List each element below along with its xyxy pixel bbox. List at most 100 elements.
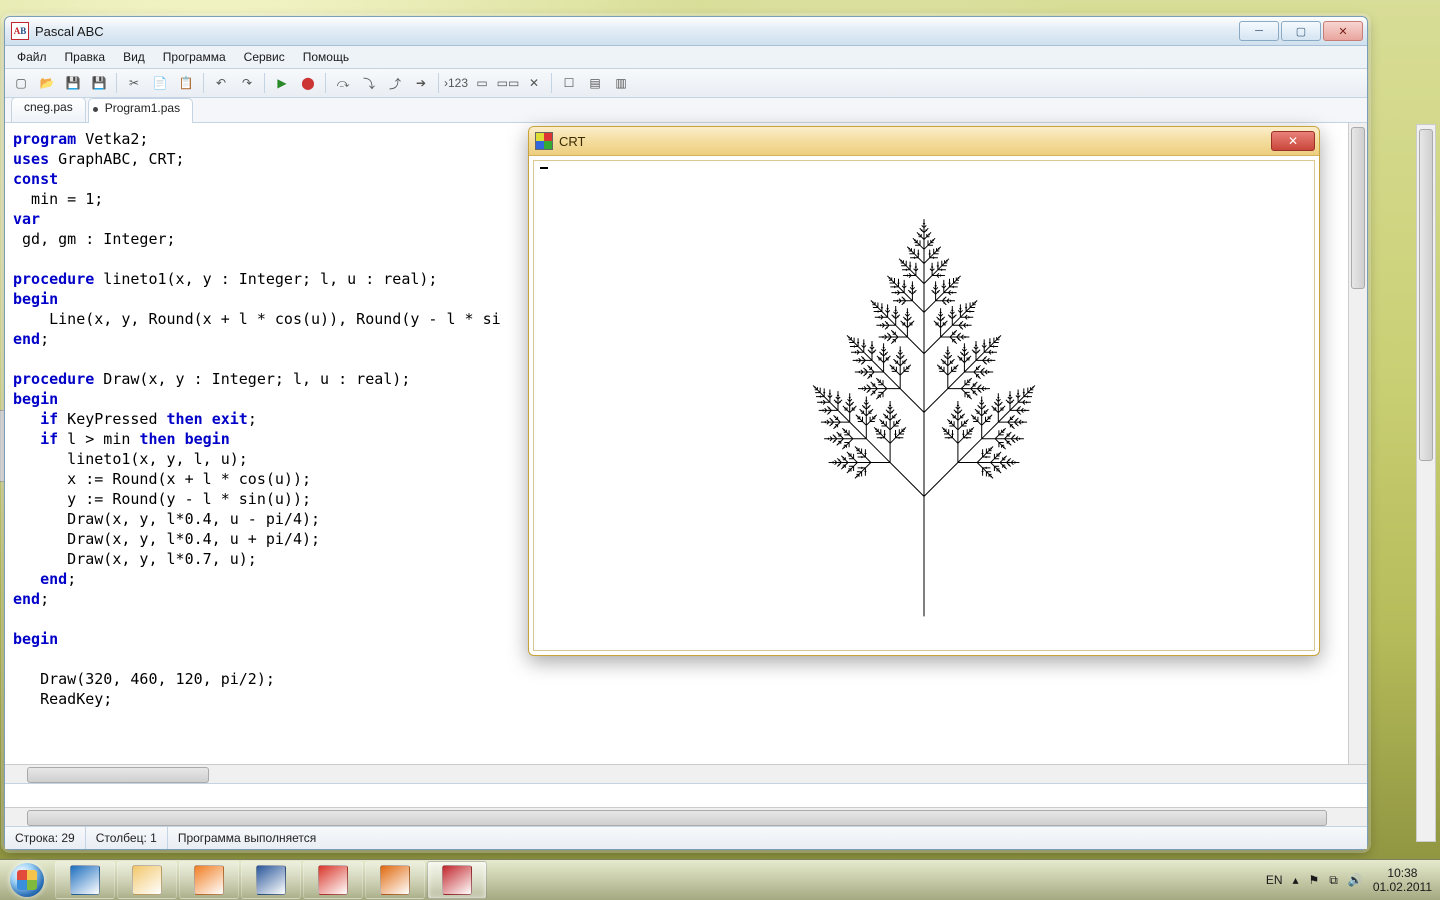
copy-icon: 📄: [153, 76, 168, 90]
fractal-tree: [604, 156, 1244, 636]
crt-window: CRT ✕: [528, 126, 1320, 656]
paste-icon: 📋: [179, 76, 194, 90]
toolbar: ▢📂💾💾✂📄📋↶↷▶⬤⤼⤵⤴➔›123▭▭▭✕☐▤▥: [5, 69, 1367, 98]
menu-Файл[interactable]: Файл: [9, 48, 55, 66]
open-file-button[interactable]: 📂: [35, 71, 59, 95]
undo-button[interactable]: ↶: [209, 71, 233, 95]
editor-vscrollbar[interactable]: [1348, 123, 1367, 764]
new-file-button[interactable]: ▢: [9, 71, 33, 95]
ms-word-icon: [256, 865, 286, 895]
pascal-abc-icon: [442, 865, 472, 895]
taskbar-firefox[interactable]: [365, 861, 425, 899]
cut-button[interactable]: ✂: [122, 71, 146, 95]
tab-Program1.pas[interactable]: Program1.pas: [88, 98, 193, 123]
app-icon: AB: [11, 22, 29, 40]
crt-title: CRT: [559, 134, 1271, 149]
network-icon[interactable]: ⧉: [1329, 873, 1338, 888]
minimize-button[interactable]: ─: [1239, 21, 1279, 41]
tab-cneg.pas[interactable]: cneg.pas: [11, 97, 86, 122]
run-to-cursor-button[interactable]: ➔: [409, 71, 433, 95]
ide-title: Pascal ABC: [35, 24, 1239, 39]
show-hidden-icon[interactable]: ▴: [1293, 873, 1299, 887]
cut-icon: ✂: [129, 76, 139, 90]
redo-button[interactable]: ↷: [235, 71, 259, 95]
new-file-icon: ▢: [15, 76, 26, 90]
close-button[interactable]: ✕: [1323, 21, 1363, 41]
close-window-icon: ✕: [529, 76, 539, 90]
statusbar: Строка: 29 Столбец: 1 Программа выполняе…: [5, 826, 1367, 849]
internet-explorer-icon: [70, 865, 100, 895]
tile-v-icon: ▥: [615, 76, 626, 90]
tab-label: cneg.pas: [24, 100, 73, 114]
taskbar-media-player[interactable]: [179, 861, 239, 899]
open-file-icon: 📂: [40, 76, 55, 90]
clock[interactable]: 10:38 01.02.2011: [1373, 866, 1432, 894]
save-file-button[interactable]: 💾: [61, 71, 85, 95]
firefox-icon: [380, 865, 410, 895]
cascade-icon: ☐: [564, 76, 575, 90]
save-file-icon: 💾: [66, 76, 81, 90]
crt-icon: [535, 132, 553, 150]
taskbar-ms-word[interactable]: [241, 861, 301, 899]
run-to-cursor-icon: ➔: [416, 76, 426, 90]
windows-icon: ▭▭: [497, 76, 520, 90]
taskbar-internet-explorer[interactable]: [55, 861, 115, 899]
window-list-button[interactable]: ▭: [470, 71, 494, 95]
step-out-icon: ⤴: [389, 75, 401, 92]
cascade-button[interactable]: ☐: [557, 71, 581, 95]
paste-button[interactable]: 📋: [174, 71, 198, 95]
stop-button[interactable]: ⬤: [296, 71, 320, 95]
status-message: Программа выполняется: [168, 827, 1367, 849]
window-list-icon: ▭: [476, 76, 487, 90]
tile-h-button[interactable]: ▤: [583, 71, 607, 95]
taskbar-pascal-abc[interactable]: [427, 861, 487, 899]
copy-button[interactable]: 📄: [148, 71, 172, 95]
undo-icon: ↶: [216, 76, 226, 90]
crt-titlebar[interactable]: CRT ✕: [529, 127, 1319, 156]
ide-titlebar[interactable]: AB Pascal ABC ─ ▢ ✕: [5, 17, 1367, 46]
ide-vscrollbar[interactable]: [1416, 124, 1436, 842]
menu-Программа[interactable]: Программа: [155, 48, 234, 66]
foxit-reader-icon: [318, 865, 348, 895]
stop-icon: ⬤: [301, 76, 314, 90]
toggle-watch-button[interactable]: ›123: [444, 71, 468, 95]
media-player-icon: [194, 865, 224, 895]
windows-button[interactable]: ▭▭: [496, 71, 520, 95]
taskbar: EN ▴ ⚑ ⧉ 🔊 10:38 01.02.2011: [0, 859, 1440, 900]
save-all-icon: 💾: [92, 76, 107, 90]
start-button[interactable]: [0, 860, 54, 900]
taskbar-file-explorer[interactable]: [117, 861, 177, 899]
flag-icon[interactable]: ⚑: [1309, 873, 1320, 887]
step-out-button[interactable]: ⤴: [383, 71, 407, 95]
toggle-watch-icon: ›123: [444, 76, 468, 90]
tile-h-icon: ▤: [589, 76, 600, 90]
status-col: Столбец: 1: [86, 827, 168, 849]
output-pane[interactable]: [5, 783, 1367, 826]
text-cursor: [540, 167, 548, 169]
file-explorer-icon: [132, 865, 162, 895]
crt-canvas: [533, 160, 1315, 651]
output-hscrollbar[interactable]: [5, 807, 1367, 826]
menu-Вид[interactable]: Вид: [115, 48, 153, 66]
editor-hscrollbar[interactable]: [5, 764, 1367, 783]
maximize-button[interactable]: ▢: [1281, 21, 1321, 41]
taskbar-foxit-reader[interactable]: [303, 861, 363, 899]
status-line: Строка: 29: [5, 827, 86, 849]
tile-v-button[interactable]: ▥: [609, 71, 633, 95]
run-icon: ▶: [277, 76, 286, 90]
step-over-button[interactable]: ⤼: [331, 71, 355, 95]
close-window-button[interactable]: ✕: [522, 71, 546, 95]
crt-close-button[interactable]: ✕: [1271, 131, 1315, 151]
redo-icon: ↷: [242, 76, 252, 90]
volume-icon[interactable]: 🔊: [1348, 873, 1363, 887]
menu-Правка[interactable]: Правка: [57, 48, 114, 66]
menu-Помощь[interactable]: Помощь: [295, 48, 357, 66]
tab-label: Program1.pas: [105, 101, 180, 115]
menu-Сервис[interactable]: Сервис: [236, 48, 293, 66]
editor-tabstrip: cneg.pas Program1.pas: [5, 98, 1367, 123]
save-all-button[interactable]: 💾: [87, 71, 111, 95]
run-button[interactable]: ▶: [270, 71, 294, 95]
step-into-button[interactable]: ⤵: [357, 71, 381, 95]
language-indicator[interactable]: EN: [1266, 873, 1283, 887]
system-tray: EN ▴ ⚑ ⧉ 🔊 10:38 01.02.2011: [1254, 860, 1440, 900]
